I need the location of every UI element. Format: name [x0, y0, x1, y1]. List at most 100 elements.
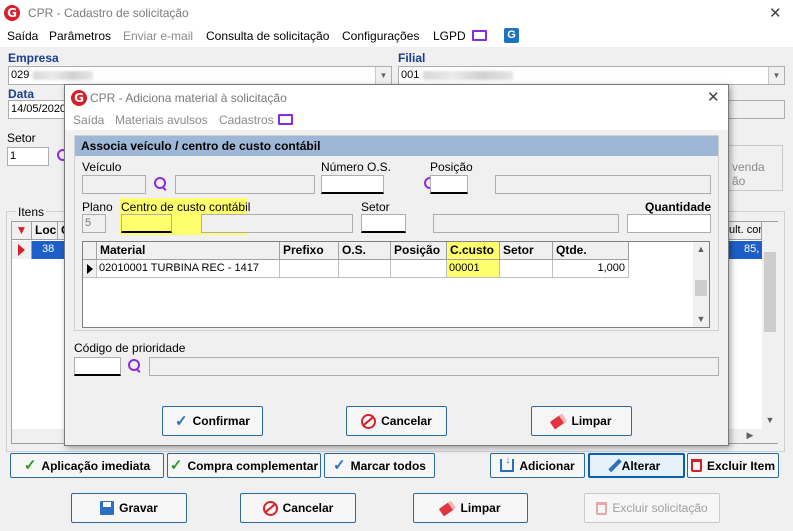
grid-header-material[interactable]: Material	[97, 242, 280, 260]
veiculo-field[interactable]	[82, 175, 146, 194]
menu-consulta-solicitacao[interactable]: Consulta de solicitação	[206, 25, 329, 47]
scroll-down-icon[interactable]: ▼	[762, 415, 778, 425]
menu-configuracoes[interactable]: Configurações	[342, 25, 419, 47]
marcar-todos-label: Marcar todos	[350, 458, 426, 473]
grid-header-os[interactable]: O.S.	[339, 242, 391, 260]
search-icon[interactable]	[127, 358, 143, 374]
scroll-up-icon[interactable]: ▲	[693, 244, 709, 254]
itens-label: Itens	[16, 205, 47, 219]
menu-saida[interactable]: Saída	[7, 25, 38, 47]
chevron-down-icon[interactable]: ▼	[375, 67, 391, 84]
monitor-icon[interactable]	[278, 114, 293, 125]
row-pointer-icon	[87, 264, 93, 274]
confirmar-button[interactable]: ✓ Confirmar	[162, 406, 263, 436]
add-material-dialog: G CPR - Adiciona material à solicitação …	[64, 84, 729, 446]
check-icon: ✓	[169, 457, 183, 474]
dialog-menu-cadastros[interactable]: Cadastros	[219, 113, 274, 127]
close-icon[interactable]: ✕	[769, 4, 782, 22]
vertical-scrollbar[interactable]: ▼	[762, 222, 778, 443]
monitor-icon[interactable]	[472, 30, 487, 41]
right-field	[728, 100, 785, 119]
cell-setor[interactable]	[500, 260, 553, 278]
cancelar-dialog-button[interactable]: Cancelar	[346, 406, 447, 436]
dialog-menu-materiais-avulsos[interactable]: Materiais avulsos	[115, 113, 208, 127]
prioridade-field[interactable]	[74, 357, 121, 376]
scroll-right-icon[interactable]: ▶	[742, 430, 758, 441]
cell-ccusto[interactable]: 00001	[447, 260, 500, 278]
posicao-field[interactable]	[430, 175, 468, 194]
numero-os-field[interactable]	[321, 175, 384, 194]
menu-parametros[interactable]: Parâmetros	[49, 25, 111, 47]
cell-posicao[interactable]	[391, 260, 447, 278]
grid-indicator-header: ▼	[12, 222, 32, 240]
scroll-down-icon[interactable]: ▼	[693, 314, 709, 324]
centro-custo-field[interactable]	[121, 214, 172, 233]
check-icon: ✓	[175, 412, 188, 430]
cell-qtde[interactable]: 1,000	[553, 260, 629, 278]
adicionar-button[interactable]: ↓ Adicionar	[490, 453, 585, 478]
cell-prefixo[interactable]	[280, 260, 339, 278]
grid-cell-loc: 38	[42, 243, 55, 255]
menu-enviar-email[interactable]: Enviar e-mail	[123, 25, 193, 47]
filial-label: Filial	[398, 51, 426, 65]
trash-icon	[596, 501, 608, 515]
veiculo-label: Veículo	[82, 160, 122, 174]
chevron-down-icon[interactable]: ▼	[768, 67, 784, 84]
cell-os[interactable]	[339, 260, 391, 278]
excluir-solicitacao-button[interactable]: Excluir solicitação	[584, 493, 720, 523]
dialog-titlebar: G CPR - Adiciona material à solicitação …	[65, 85, 728, 110]
scroll-thumb[interactable]	[695, 280, 707, 296]
excluir-item-button[interactable]: Excluir Item	[687, 453, 779, 478]
empresa-combo[interactable]: 029 ▼	[8, 66, 392, 85]
filial-combo[interactable]: 001 ▼	[398, 66, 785, 85]
gravar-button[interactable]: Gravar	[71, 493, 187, 523]
cancelar-dialog-label: Cancelar	[381, 414, 432, 428]
setor-dialog-field[interactable]	[361, 214, 406, 233]
grid-header-setor[interactable]: Setor	[500, 242, 553, 260]
compra-complementar-label: Compra complementar	[187, 458, 319, 473]
setor-field[interactable]: 1	[7, 147, 49, 166]
grid-cell-ult: 85,	[744, 243, 760, 255]
aplicacao-imediata-button[interactable]: ✓ Aplicação imediata	[10, 453, 164, 478]
menu-lgpd[interactable]: LGPD	[433, 25, 466, 47]
scroll-thumb[interactable]	[764, 252, 776, 332]
alterar-button[interactable]: Alterar	[588, 453, 685, 478]
aplicacao-imediata-label: Aplicação imediata	[41, 458, 151, 473]
menu-bar: Saída Parâmetros Enviar e-mail Consulta …	[0, 25, 793, 47]
filial-value: 001	[401, 69, 420, 81]
grid-header-posicao[interactable]: Posição	[391, 242, 447, 260]
limpar-dialog-button[interactable]: Limpar	[531, 406, 632, 436]
alterar-label: Alterar	[621, 458, 661, 473]
setor-dialog-label: Setor	[361, 200, 390, 214]
grid-header-loc[interactable]: Loc	[32, 222, 58, 240]
numero-os-label: Número O.S.	[321, 160, 392, 174]
compra-complementar-button[interactable]: ✓ Compra complementar	[167, 453, 321, 478]
app-badge-icon[interactable]: G	[504, 28, 519, 43]
limpar-main-button[interactable]: Limpar	[413, 493, 528, 523]
row-pointer-icon	[18, 244, 25, 256]
grid-header-qtde[interactable]: Qtde.	[553, 242, 629, 260]
material-grid[interactable]: Material Prefixo O.S. Posição C.custo Se…	[82, 241, 710, 328]
download-icon: ↓	[500, 456, 515, 472]
posicao-desc-field	[495, 175, 711, 194]
quantidade-field[interactable]	[627, 214, 711, 233]
dialog-menu-saida[interactable]: Saída	[73, 113, 104, 127]
data-field[interactable]: 14/05/2020	[8, 100, 68, 119]
marcar-todos-button[interactable]: ✓ Marcar todos	[324, 453, 435, 478]
adicionar-label: Adicionar	[519, 458, 575, 473]
cancel-icon	[262, 500, 278, 516]
limpar-main-label: Limpar	[460, 501, 501, 515]
grid-header-ult[interactable]: ult. com	[726, 222, 762, 240]
dialog-title: CPR - Adiciona material à solicitação	[90, 91, 287, 105]
search-icon[interactable]	[153, 176, 169, 192]
grid-header-prefixo[interactable]: Prefixo	[280, 242, 339, 260]
check-icon: ✓	[23, 457, 37, 474]
posicao-label: Posição	[430, 160, 473, 174]
vertical-scrollbar[interactable]: ▲ ▼	[693, 242, 709, 327]
data-label: Data	[8, 87, 35, 101]
dialog-menubar: Saída Materiais avulsos Cadastros	[65, 110, 728, 130]
close-icon[interactable]: ✕	[707, 88, 720, 106]
cell-material[interactable]: 02010001 TURBINA REC - 1417	[97, 260, 280, 278]
cancelar-main-button[interactable]: Cancelar	[240, 493, 356, 523]
grid-header-ccusto[interactable]: C.custo	[447, 242, 500, 260]
